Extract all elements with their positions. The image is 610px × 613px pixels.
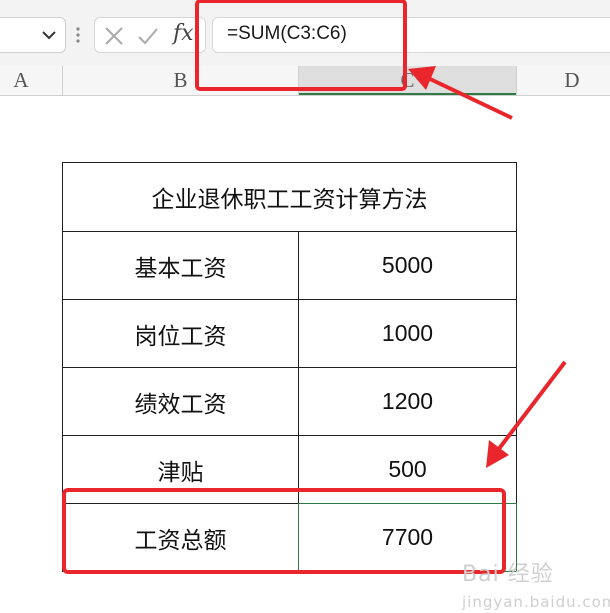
watermark-sub: jingyan.baidu.com [462, 593, 610, 611]
table-title[interactable]: 企业退休职工工资计算方法 [62, 162, 517, 232]
row-label[interactable]: 岗位工资 [62, 299, 299, 368]
fx-icon[interactable]: fx [173, 20, 203, 48]
watermark-brand: Bai [462, 562, 500, 587]
formula-bar: fx =SUM(C3:C6) [0, 0, 610, 67]
total-label[interactable]: 工资总额 [62, 503, 299, 572]
row-label[interactable]: 津贴 [62, 435, 299, 504]
formula-input[interactable]: =SUM(C3:C6) [212, 17, 610, 53]
row-label[interactable]: 基本工资 [62, 231, 299, 300]
row-label[interactable]: 绩效工资 [62, 367, 299, 436]
formula-buttons: fx [94, 17, 206, 53]
column-header-bar: A B C D [0, 66, 610, 96]
name-box[interactable] [0, 17, 66, 53]
watermark-logo: Bai 经验 jingyan.baidu.com [462, 556, 610, 613]
chevron-down-icon[interactable] [39, 25, 59, 45]
watermark-text: 经验 [507, 562, 554, 587]
column-header-a[interactable]: A [0, 66, 62, 95]
row-value[interactable]: 5000 [298, 231, 517, 300]
x-icon[interactable] [103, 25, 125, 47]
column-header-b[interactable]: B [63, 66, 298, 95]
row-value[interactable]: 500 [298, 435, 517, 504]
row-value[interactable]: 1200 [298, 367, 517, 436]
column-header-c[interactable]: C [299, 66, 516, 95]
formula-text: =SUM(C3:C6) [227, 23, 347, 44]
row-value[interactable]: 1000 [298, 299, 517, 368]
column-header-d[interactable]: D [517, 66, 610, 95]
drag-handle-icon[interactable] [74, 24, 82, 46]
check-icon[interactable] [137, 25, 159, 47]
